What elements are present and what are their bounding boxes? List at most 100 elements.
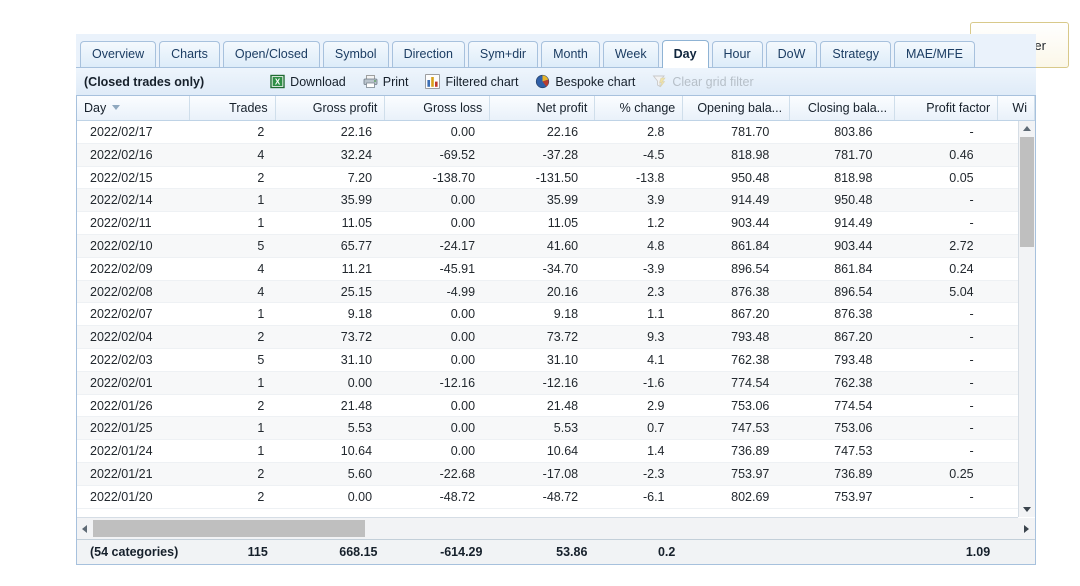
cell-trades: 1 bbox=[257, 444, 265, 459]
scroll-down-button[interactable] bbox=[1019, 502, 1035, 517]
tab-open-closed[interactable]: Open/Closed bbox=[222, 41, 320, 67]
cell-gross-profit: 7.20 bbox=[347, 170, 373, 185]
cell--change: 0.7 bbox=[647, 421, 665, 436]
cell-closing-bala-: 803.86 bbox=[834, 125, 873, 139]
table-row[interactable]: 2022/01/20 2 0.00 -48.72 -48.72 -6.1 802.69 753… bbox=[77, 486, 1018, 509]
table-row[interactable]: 2022/02/15 2 7.20 -138.70 -131.50 -13.8 950.48… bbox=[77, 167, 1018, 190]
scroll-up-button[interactable] bbox=[1019, 121, 1035, 136]
toolbar-item-label: Bespoke chart bbox=[555, 74, 636, 89]
column-header-closing-bala-[interactable]: Closing bala... bbox=[790, 96, 896, 120]
cell-profit-factor: 0.46 bbox=[949, 147, 974, 162]
cell-gross-loss: 0.00 bbox=[450, 352, 476, 367]
cell-net-profit: 10.64 bbox=[546, 444, 579, 459]
tab-hour[interactable]: Hour bbox=[711, 41, 763, 67]
table-row[interactable]: 2022/02/10 5 65.77 -24.17 41.60 4.8 861.84 903.… bbox=[77, 234, 1018, 258]
cell-day: 2022/01/24 bbox=[90, 444, 153, 459]
tab-symbol[interactable]: Symbol bbox=[322, 41, 389, 67]
toolbar-filtered-chart-button[interactable]: Filtered chart bbox=[425, 74, 518, 89]
bar-chart-icon bbox=[425, 74, 441, 89]
cell-profit-factor: - bbox=[969, 330, 974, 345]
tab-dow[interactable]: DoW bbox=[765, 41, 818, 67]
summary-cell-closing-bala- bbox=[790, 540, 895, 564]
toolbar-download-button[interactable]: X Download bbox=[270, 74, 346, 89]
cell-wi bbox=[982, 395, 1018, 417]
toolbar-bespoke-chart-button[interactable]: Bespoke chart bbox=[535, 74, 635, 89]
chevron-up-icon bbox=[1023, 126, 1031, 131]
tab-charts[interactable]: Charts bbox=[159, 41, 220, 67]
table-row[interactable]: 2022/02/03 5 31.10 0.00 31.10 4.1 762.38 793.48… bbox=[77, 349, 1018, 372]
horizontal-scrollbar-thumb[interactable] bbox=[93, 520, 365, 537]
table-row[interactable]: 2022/02/17 2 22.16 0.00 22.16 2.8 781.70 803.86… bbox=[77, 121, 1018, 144]
cell-trades: 2 bbox=[257, 489, 265, 504]
tab-overview[interactable]: Overview bbox=[80, 41, 157, 67]
cell-day: 2022/02/08 bbox=[90, 284, 153, 299]
tab-sym-dir[interactable]: Sym+dir bbox=[467, 41, 539, 67]
table-row[interactable]: 2022/01/21 2 5.60 -22.68 -17.08 -2.3 753.97 736… bbox=[77, 462, 1018, 486]
table-row[interactable]: 2022/02/04 2 73.72 0.00 73.72 9.3 793.48 867.20… bbox=[77, 326, 1018, 349]
column-header-label: Wi bbox=[1012, 101, 1027, 115]
cell-trades: 4 bbox=[257, 284, 265, 299]
cell-trades: 5 bbox=[257, 352, 265, 367]
grid-summary-row: (54 categories) 115 668.15 -614.29 53.86 0.2 1… bbox=[77, 539, 1035, 564]
svg-text:X: X bbox=[275, 78, 281, 87]
tab-bar: Overview Charts Open/Closed Symbol Direction… bbox=[76, 34, 1036, 68]
cell-gross-profit: 25.15 bbox=[340, 284, 373, 299]
scroll-right-button[interactable] bbox=[1018, 518, 1035, 539]
cell-gross-profit: 35.99 bbox=[340, 193, 373, 208]
column-header--change[interactable]: % change bbox=[595, 96, 684, 120]
cell-trades: 1 bbox=[257, 375, 265, 390]
tab-month[interactable]: Month bbox=[541, 41, 600, 67]
cell-opening-bala-: 903.44 bbox=[731, 216, 770, 231]
vertical-scrollbar-thumb[interactable] bbox=[1020, 137, 1034, 247]
cell-net-profit: -12.16 bbox=[542, 375, 579, 390]
horizontal-scrollbar[interactable] bbox=[77, 517, 1035, 539]
table-row[interactable]: 2022/02/07 1 9.18 0.00 9.18 1.1 867.20 876.38 - bbox=[77, 303, 1018, 327]
cell-net-profit: -17.08 bbox=[542, 466, 579, 481]
cell-opening-bala-: 896.54 bbox=[731, 261, 770, 276]
cell-gross-profit: 11.21 bbox=[341, 261, 373, 276]
tab-strategy[interactable]: Strategy bbox=[820, 41, 891, 67]
cell-day: 2022/01/20 bbox=[90, 489, 153, 504]
table-row[interactable]: 2022/01/25 1 5.53 0.00 5.53 0.7 747.53 753.06 - bbox=[77, 417, 1018, 441]
tab-week[interactable]: Week bbox=[602, 41, 659, 67]
summary-cell-day: (54 categories) bbox=[90, 545, 179, 559]
tab-direction[interactable]: Direction bbox=[391, 41, 465, 67]
table-row[interactable]: 2022/02/16 4 32.24 -69.52 -37.28 -4.5 818.98 78… bbox=[77, 143, 1018, 167]
cell-closing-bala-: 914.49 bbox=[834, 216, 873, 231]
tab-mae-mfe[interactable]: MAE/MFE bbox=[893, 41, 975, 67]
cell-closing-bala-: 736.89 bbox=[834, 466, 873, 481]
tab-day[interactable]: Day bbox=[661, 40, 709, 68]
toolbar-print-button[interactable]: Print bbox=[363, 74, 408, 89]
column-header-wi[interactable]: Wi bbox=[998, 96, 1035, 120]
table-row[interactable]: 2022/02/11 1 11.05 0.00 11.05 1.2 903.44 914.49… bbox=[77, 212, 1018, 235]
cell--change: 9.3 bbox=[647, 330, 665, 345]
summary-cell-gross-profit: 668.15 bbox=[339, 545, 378, 559]
table-row[interactable]: 2022/02/08 4 25.15 -4.99 20.16 2.3 876.38 896.5… bbox=[77, 280, 1018, 304]
cell--change: 1.2 bbox=[647, 216, 665, 231]
table-row[interactable]: 2022/01/24 1 10.64 0.00 10.64 1.4 736.89 747.53… bbox=[77, 440, 1018, 463]
vertical-scrollbar[interactable] bbox=[1018, 121, 1035, 517]
column-header-trades[interactable]: Trades bbox=[190, 96, 276, 120]
cell--change: 3.9 bbox=[647, 193, 665, 208]
cell-closing-bala-: 876.38 bbox=[834, 307, 873, 322]
grid-body[interactable]: 2022/02/17 2 22.16 0.00 22.16 2.8 781.70 803.86… bbox=[77, 121, 1018, 517]
summary-cell-profit-factor: 1.09 bbox=[965, 545, 991, 559]
cell-day: 2022/02/17 bbox=[90, 125, 153, 139]
cell-gross-loss: 0.00 bbox=[450, 307, 476, 322]
table-row[interactable]: 2022/02/09 4 11.21 -45.91 -34.70 -3.9 896.54 86… bbox=[77, 258, 1018, 281]
cell-wi bbox=[982, 121, 1018, 143]
table-row[interactable]: 2022/01/26 2 21.48 0.00 21.48 2.9 753.06 774.54… bbox=[77, 395, 1018, 418]
toolbar-item-label: Clear grid filter bbox=[672, 74, 754, 89]
column-header-gross-profit[interactable]: Gross profit bbox=[276, 96, 386, 120]
table-row[interactable]: 2022/02/14 1 35.99 0.00 35.99 3.9 914.49 950.48… bbox=[77, 189, 1018, 213]
column-header-opening-bala-[interactable]: Opening bala... bbox=[683, 96, 791, 120]
column-header-gross-loss[interactable]: Gross loss bbox=[385, 96, 491, 120]
cell-wi bbox=[982, 303, 1018, 325]
column-header-net-profit[interactable]: Net profit bbox=[490, 96, 596, 120]
table-row[interactable]: 2022/02/01 1 0.00 -12.16 -12.16 -1.6 774.54 762… bbox=[77, 371, 1018, 395]
cell-day: 2022/01/26 bbox=[90, 398, 153, 413]
scroll-left-button[interactable] bbox=[77, 518, 92, 539]
column-header-day[interactable]: Day bbox=[77, 96, 190, 120]
column-header-profit-factor[interactable]: Profit factor bbox=[895, 96, 999, 120]
cell-gross-profit: 21.48 bbox=[340, 398, 373, 413]
